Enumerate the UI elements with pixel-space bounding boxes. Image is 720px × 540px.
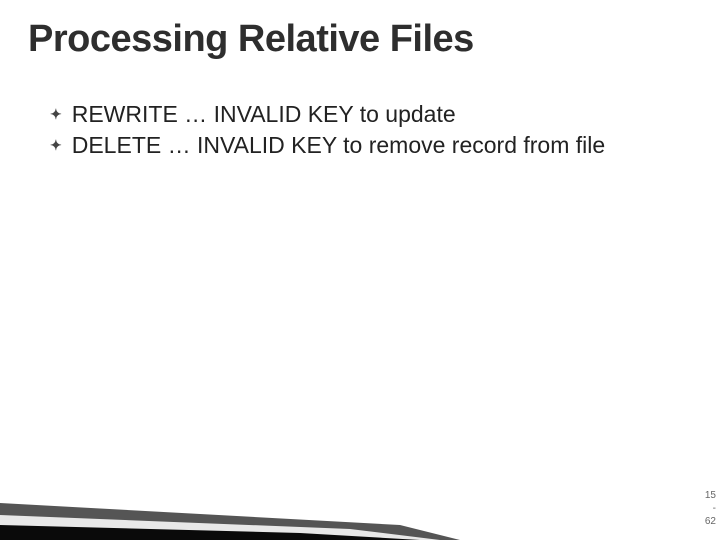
bullet-text: REWRITE … INVALID KEY to update [72, 100, 456, 129]
slide-number: 62 [705, 515, 716, 528]
bullet-icon: ✦ [50, 106, 62, 123]
page-dash: - [705, 502, 716, 515]
decorative-wedge [0, 445, 460, 540]
chapter-number: 15 [705, 489, 716, 502]
bullet-icon: ✦ [50, 137, 62, 154]
bullet-list: ✦ REWRITE … INVALID KEY to update ✦ DELE… [50, 100, 620, 162]
list-item: ✦ REWRITE … INVALID KEY to update [50, 100, 620, 129]
bullet-text: DELETE … INVALID KEY to remove record fr… [72, 131, 605, 160]
list-item: ✦ DELETE … INVALID KEY to remove record … [50, 131, 620, 160]
page-number: 15 - 62 [705, 489, 716, 528]
page-title: Processing Relative Files [28, 18, 474, 61]
